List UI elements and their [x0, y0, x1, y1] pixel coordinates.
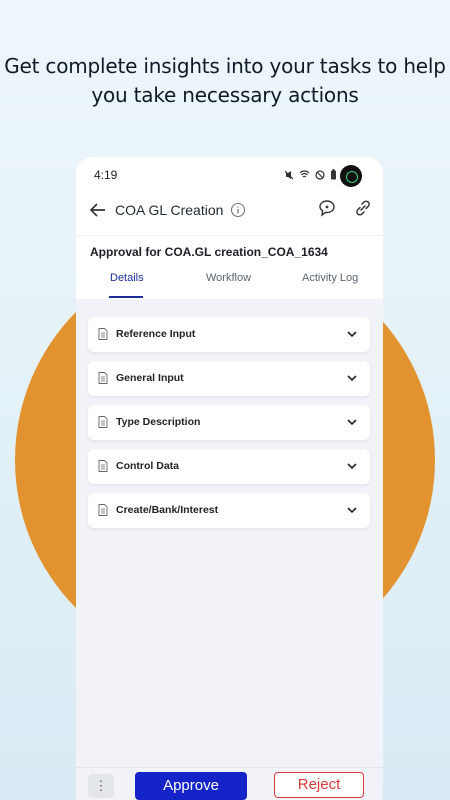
document-icon — [98, 504, 108, 516]
dnd-icon — [315, 169, 325, 180]
link-icon[interactable] — [353, 198, 373, 218]
battery-icon — [331, 169, 336, 180]
chevron-down-icon[interactable] — [346, 461, 358, 471]
tab-activity-log[interactable]: Activity Log — [302, 272, 358, 284]
app-bar: COA GL Creation — [76, 195, 383, 227]
more-options-button[interactable]: ⋮ — [88, 774, 114, 798]
camera-cutout — [340, 165, 362, 187]
tab-bar: Details Workflow Activity Log — [76, 269, 383, 299]
tab-workflow[interactable]: Workflow — [206, 272, 251, 284]
active-tab-indicator — [109, 296, 143, 298]
status-time: 4:19 — [94, 168, 118, 182]
section-label: General Input — [116, 372, 184, 384]
info-icon[interactable] — [230, 202, 246, 218]
divider — [76, 235, 383, 236]
section-create-bank-interest[interactable]: Create/Bank/Interest — [88, 493, 370, 528]
app-title: COA GL Creation — [115, 202, 224, 218]
status-bar: 4:19 — [76, 157, 383, 193]
chevron-down-icon[interactable] — [346, 505, 358, 515]
chevron-down-icon[interactable] — [346, 417, 358, 427]
page-title: Approval for COA.GL creation_COA_1634 — [90, 245, 328, 259]
mute-icon — [284, 170, 294, 179]
section-type-description[interactable]: Type Description — [88, 405, 370, 440]
section-label: Control Data — [116, 460, 179, 472]
section-label: Create/Bank/Interest — [116, 504, 219, 516]
document-icon — [98, 460, 108, 472]
document-icon — [98, 416, 108, 428]
status-icons — [284, 169, 337, 180]
section-label: Reference Input — [116, 328, 196, 340]
section-control-data[interactable]: Control Data — [88, 449, 370, 484]
phone-screen: 4:19 COA GL Creation Approval for COA.GL… — [76, 157, 383, 800]
chat-icon[interactable] — [317, 198, 337, 218]
section-general-input[interactable]: General Input — [88, 361, 370, 396]
approve-button[interactable]: Approve — [135, 772, 247, 800]
reject-button[interactable]: Reject — [274, 772, 364, 798]
back-arrow-icon[interactable] — [88, 199, 108, 221]
chevron-down-icon[interactable] — [346, 373, 358, 383]
action-bar: ⋮ Approve Reject — [76, 767, 383, 800]
wifi-icon — [299, 170, 310, 178]
tab-details[interactable]: Details — [110, 272, 144, 284]
section-label: Type Description — [116, 416, 201, 428]
details-panel: Reference Input General Input Type Descr… — [76, 299, 383, 769]
chevron-down-icon[interactable] — [346, 329, 358, 339]
document-icon — [98, 372, 108, 384]
section-reference-input[interactable]: Reference Input — [88, 317, 370, 352]
headline: Get complete insights into your tasks to… — [4, 54, 446, 107]
document-icon — [98, 328, 108, 340]
